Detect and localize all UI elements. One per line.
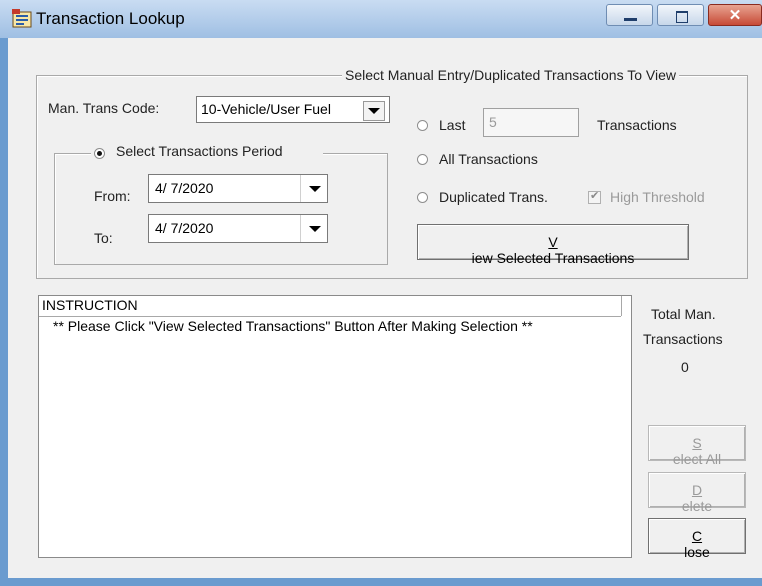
duplicated-label: Duplicated Trans. — [439, 189, 548, 205]
maximize-icon — [676, 11, 688, 23]
delete-mnemonic: D — [691, 482, 703, 498]
view-selected-transactions-button[interactable]: View Selected Transactions — [417, 224, 689, 266]
duplicated-radio[interactable] — [417, 192, 428, 203]
chevron-down-icon[interactable] — [300, 215, 327, 242]
to-label: To: — [94, 230, 113, 246]
period-groupbox — [54, 153, 388, 265]
select-all-button[interactable]: Select All — [648, 425, 746, 467]
transaction-lookup-window: Transaction Lookup ✕ Select Manual Entry… — [0, 0, 762, 586]
total-label-line1: Total Man. — [651, 306, 716, 322]
last-radio[interactable] — [417, 120, 428, 131]
all-transactions-label: All Transactions — [439, 151, 538, 167]
delete-label: elete — [681, 498, 713, 514]
high-threshold-label: High Threshold — [610, 189, 705, 205]
period-label: Select Transactions Period — [116, 143, 283, 159]
title-bar[interactable]: Transaction Lookup ✕ — [0, 0, 762, 38]
delete-button[interactable]: Delete — [648, 472, 746, 514]
instruction-column-header[interactable]: INSTRUCTION — [39, 296, 621, 317]
close-mnemonic: C — [691, 528, 703, 544]
instruction-header-label: INSTRUCTION — [42, 297, 138, 313]
high-threshold-checkbox[interactable] — [588, 189, 601, 204]
trans-code-select[interactable]: 10-Vehicle/User Fuel — [196, 96, 390, 123]
maximize-button[interactable] — [657, 4, 704, 26]
total-count: 0 — [681, 359, 689, 375]
close-icon: ✕ — [728, 7, 742, 24]
close-button[interactable]: Close — [648, 518, 746, 560]
last-label: Last — [439, 117, 466, 133]
minimize-icon — [624, 18, 637, 21]
window-title: Transaction Lookup — [36, 9, 185, 28]
dialog-client-area: Select Manual Entry/Duplicated Transacti… — [8, 38, 762, 578]
from-label: From: — [94, 188, 131, 204]
to-date-value: 4/ 7/2020 — [155, 220, 214, 236]
instruction-listbox[interactable]: INSTRUCTION ** Please Click "View Select… — [38, 295, 632, 558]
close-window-button[interactable]: ✕ — [708, 4, 762, 26]
chevron-down-icon[interactable] — [363, 101, 385, 121]
column-divider[interactable] — [621, 296, 622, 316]
all-transactions-radio[interactable] — [417, 154, 428, 165]
last-count-input[interactable]: 5 — [483, 108, 579, 137]
total-label-line2: Transactions — [643, 331, 723, 347]
trans-code-label: Man. Trans Code: — [48, 100, 160, 116]
view-mnemonic: V — [548, 234, 558, 250]
last-count-value: 5 — [489, 114, 497, 130]
selection-group-legend: Select Manual Entry/Duplicated Transacti… — [342, 67, 679, 83]
select-all-label: elect All — [672, 451, 722, 467]
from-date-picker[interactable]: 4/ 7/2020 — [148, 174, 328, 203]
minimize-button[interactable] — [606, 4, 653, 26]
chevron-down-icon[interactable] — [300, 175, 327, 202]
select-all-mnemonic: S — [692, 435, 702, 451]
last-suffix-label: Transactions — [597, 117, 677, 133]
close-label: lose — [684, 544, 710, 560]
to-date-picker[interactable]: 4/ 7/2020 — [148, 214, 328, 243]
list-item[interactable]: ** Please Click "View Selected Transacti… — [53, 318, 533, 334]
app-icon — [12, 9, 32, 28]
period-radio[interactable] — [94, 148, 105, 159]
from-date-value: 4/ 7/2020 — [155, 180, 214, 196]
trans-code-value: 10-Vehicle/User Fuel — [201, 101, 331, 117]
view-button-label: iew Selected Transactions — [471, 250, 635, 266]
